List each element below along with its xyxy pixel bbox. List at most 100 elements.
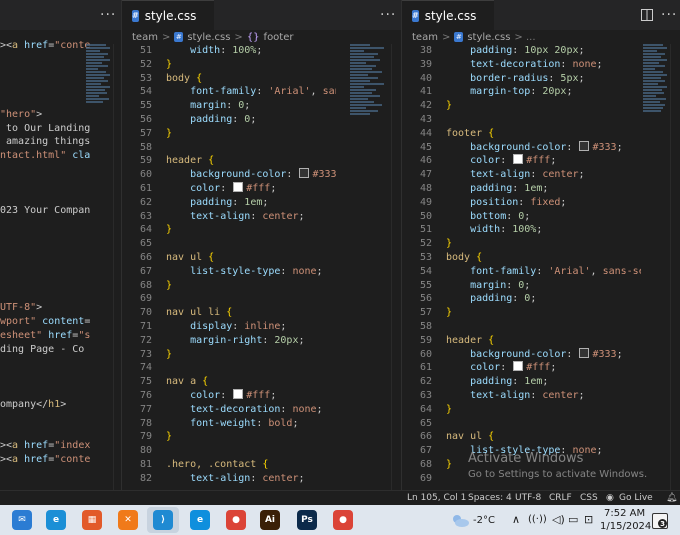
- code-line[interactable]: 76 color: #fff;: [122, 388, 336, 403]
- code-text[interactable]: border-radius: 5px;: [446, 73, 584, 84]
- code-text[interactable]: }: [166, 128, 172, 139]
- code-line[interactable]: 77 text-decoration: none;: [122, 403, 336, 417]
- mail-icon[interactable]: ✉: [12, 510, 32, 530]
- code-line[interactable]: 73}: [122, 348, 336, 362]
- code-text[interactable]: padding: 0;: [446, 293, 536, 304]
- code-line[interactable]: ><a href="conte: [0, 40, 90, 51]
- code-text[interactable]: text-align: center;: [446, 390, 584, 401]
- code-text[interactable]: width: 100%;: [166, 45, 262, 56]
- code-line[interactable]: 75 nav a {: [122, 375, 336, 389]
- code-line[interactable]: to Our Landing: [0, 123, 90, 134]
- code-line[interactable]: 023 Your Compan: [0, 205, 90, 216]
- code-text[interactable]: }: [446, 307, 452, 318]
- code-line[interactable]: 57}: [402, 306, 641, 320]
- code-text[interactable]: padding: 1em;: [446, 183, 548, 194]
- clock-time[interactable]: 7:52 AM: [604, 508, 645, 519]
- code-line[interactable]: 42}: [402, 99, 641, 113]
- code-text[interactable]: text-decoration: none;: [166, 404, 322, 415]
- code-text[interactable]: .hero, .contact {: [166, 459, 268, 470]
- battery-icon[interactable]: ▭: [568, 513, 578, 526]
- code-line[interactable]: 46 color: #fff;: [402, 154, 641, 168]
- code-line[interactable]: 63 text-align: center;: [122, 210, 336, 224]
- code-line[interactable]: 50 bottom: 0;: [402, 210, 641, 224]
- code-text[interactable]: color: #fff;: [166, 388, 276, 401]
- code-text[interactable]: nav a {: [166, 376, 208, 387]
- code-text[interactable]: margin-right: 20px;: [166, 335, 304, 346]
- edge-icon[interactable]: e: [46, 510, 66, 530]
- right-code[interactable]: 38 padding: 10px 20px; 39 text-decoration…: [402, 44, 641, 490]
- code-text[interactable]: padding: 1em;: [446, 376, 548, 387]
- code-text[interactable]: background-color: #333;: [446, 347, 623, 360]
- code-line[interactable]: 52}: [122, 58, 336, 72]
- code-line[interactable]: 63 text-align: center;: [402, 389, 641, 403]
- go-live-icon[interactable]: ◉: [606, 493, 614, 503]
- code-line[interactable]: 62 padding: 1em;: [402, 375, 641, 389]
- store-icon[interactable]: ▦: [82, 510, 102, 530]
- code-text[interactable]: display: inline;: [166, 321, 286, 332]
- code-line[interactable]: 49 position: fixed;: [402, 196, 641, 210]
- notification-center[interactable]: 3: [652, 513, 668, 529]
- code-line[interactable]: 43: [402, 113, 641, 127]
- middle-editor-pane[interactable]: # style.css ··· team > # style.css > {} …: [121, 0, 402, 490]
- code-line[interactable]: 60 background-color: #333;: [122, 168, 336, 182]
- code-text[interactable]: nav ul li {: [166, 307, 232, 318]
- code-text[interactable]: body {: [446, 252, 482, 263]
- code-line[interactable]: 51 width: 100%;: [402, 223, 641, 237]
- code-text[interactable]: margin: 0;: [446, 280, 530, 291]
- middle-minimap[interactable]: [350, 44, 390, 124]
- code-line[interactable]: 62 padding: 1em;: [122, 196, 336, 210]
- code-line[interactable]: 40 border-radius: 5px;: [402, 72, 641, 86]
- code-line[interactable]: 68}: [122, 279, 336, 293]
- more-actions-icon[interactable]: ···: [100, 7, 116, 23]
- illustrator-icon[interactable]: Ai: [260, 510, 280, 530]
- code-text[interactable]: color: #fff;: [446, 154, 556, 166]
- code-line[interactable]: 82 text-align: center;: [122, 472, 336, 486]
- edge-alt-icon[interactable]: e: [190, 510, 210, 530]
- code-line[interactable]: 66 nav ul {: [122, 251, 336, 265]
- bell-icon[interactable]: 🔔︎: [666, 493, 677, 503]
- code-line[interactable]: 56 padding: 0;: [122, 113, 336, 127]
- code-line[interactable]: 78 font-weight: bold;: [122, 417, 336, 431]
- code-text[interactable]: padding: 1em;: [166, 197, 268, 208]
- code-line[interactable]: 53 body {: [402, 251, 641, 265]
- cursor-position[interactable]: Ln 105, Col 1: [407, 493, 466, 503]
- code-line[interactable]: 41 margin-top: 20px;: [402, 85, 641, 99]
- code-line[interactable]: 64}: [122, 223, 336, 237]
- code-line[interactable]: 38 padding: 10px 20px;: [402, 44, 641, 58]
- code-text[interactable]: }: [446, 459, 452, 470]
- code-line[interactable]: ompany</h1>: [0, 399, 66, 410]
- code-text[interactable]: }: [166, 349, 172, 360]
- code-line[interactable]: 47 text-align: center;: [402, 168, 641, 182]
- code-text[interactable]: }: [166, 280, 172, 291]
- code-line[interactable]: 64}: [402, 403, 641, 417]
- code-line[interactable]: 52}: [402, 237, 641, 251]
- code-line[interactable]: "hero">: [0, 109, 42, 120]
- code-text[interactable]: footer {: [446, 128, 494, 139]
- code-text[interactable]: margin-top: 20px;: [446, 86, 572, 97]
- wifi-icon[interactable]: ((·)): [528, 514, 547, 525]
- code-line[interactable]: 80: [122, 444, 336, 458]
- code-line[interactable]: 59 header {: [122, 154, 336, 168]
- breadcrumb-file[interactable]: style.css: [467, 32, 510, 43]
- code-line[interactable]: ding Page - Co: [0, 344, 84, 355]
- chevron-up-icon[interactable]: ∧: [512, 513, 520, 526]
- code-text[interactable]: body {: [166, 73, 202, 84]
- code-text[interactable]: color: #fff;: [166, 181, 276, 194]
- code-line[interactable]: 58: [122, 141, 336, 155]
- code-line[interactable]: 39 text-decoration: none;: [402, 58, 641, 72]
- code-line[interactable]: 81 .hero, .contact {: [122, 458, 336, 472]
- code-line[interactable]: 72 margin-right: 20px;: [122, 334, 336, 348]
- breadcrumb-folder[interactable]: team: [132, 32, 158, 43]
- weather-temp[interactable]: -2°C: [473, 515, 495, 526]
- code-text[interactable]: }: [166, 224, 172, 235]
- code-line[interactable]: 53 body {: [122, 72, 336, 86]
- code-line[interactable]: 65: [122, 237, 336, 251]
- code-text[interactable]: text-align: center;: [166, 211, 304, 222]
- code-text[interactable]: font-weight: bold;: [166, 418, 298, 429]
- code-text[interactable]: }: [166, 59, 172, 70]
- code-line[interactable]: 57}: [122, 127, 336, 141]
- chrome-icon[interactable]: ●: [226, 510, 246, 530]
- code-text[interactable]: nav ul {: [446, 431, 494, 442]
- more-actions-icon[interactable]: ···: [661, 7, 677, 23]
- photoshop-icon[interactable]: Ps: [297, 510, 317, 530]
